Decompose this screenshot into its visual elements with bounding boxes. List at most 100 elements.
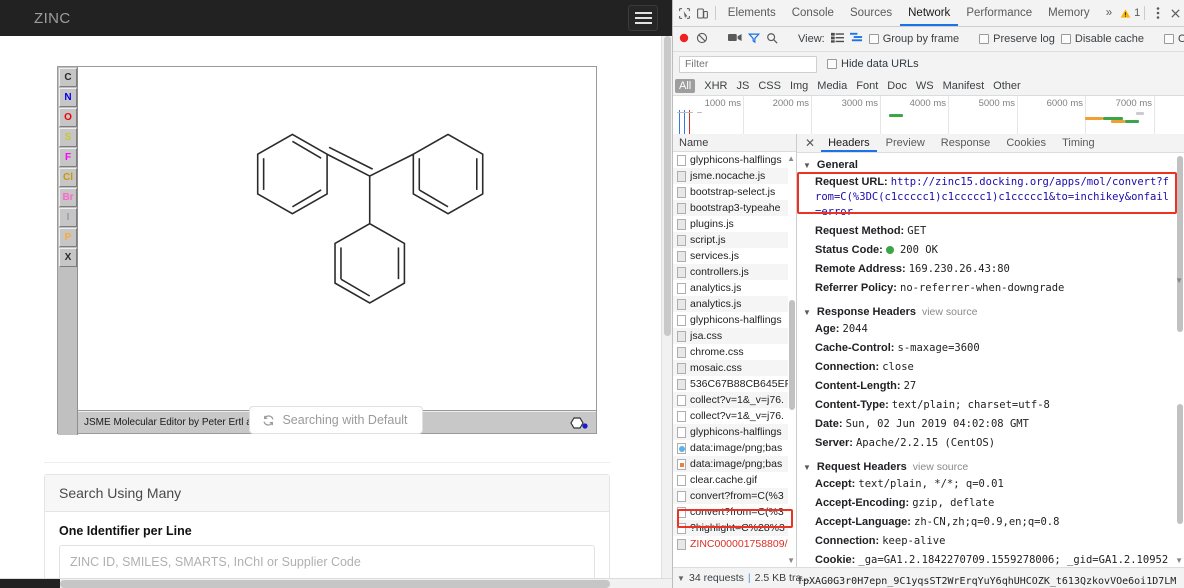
list-item[interactable]: analytics.js: [673, 296, 796, 312]
checkbox-box[interactable]: [868, 34, 879, 44]
detail-tab-cookies[interactable]: Cookies: [999, 134, 1053, 152]
preserve-log-checkbox[interactable]: Preserve log: [979, 33, 1055, 45]
list-item[interactable]: collect?v=1&_v=j76.: [673, 408, 796, 424]
page-vertical-scrollbar[interactable]: [661, 36, 672, 578]
list-item[interactable]: glyphicons-halflings: [673, 312, 796, 328]
request-list-column-header[interactable]: Name: [673, 134, 796, 152]
jsme-drawing-canvas[interactable]: [78, 67, 596, 411]
element-button-br[interactable]: Br: [59, 188, 77, 207]
list-item[interactable]: mosaic.css: [673, 360, 796, 376]
type-filter-font[interactable]: Font: [856, 80, 878, 92]
list-item[interactable]: convert?from=C(%3: [673, 488, 796, 504]
element-button-cl[interactable]: Cl: [59, 168, 77, 187]
detail-tab-headers[interactable]: Headers: [821, 134, 877, 152]
close-icon[interactable]: [1167, 2, 1184, 24]
chevron-double-right-icon[interactable]: »: [1098, 0, 1120, 26]
offline-checkbox[interactable]: Offline: [1163, 33, 1184, 45]
request-list-scrollbar[interactable]: ▲ ▼: [787, 152, 796, 567]
element-button-p[interactable]: P: [59, 228, 77, 247]
request-list-scroll-thumb[interactable]: [789, 300, 795, 410]
type-filter-all[interactable]: All: [675, 78, 696, 93]
record-icon[interactable]: [678, 32, 690, 47]
list-item[interactable]: controllers.js: [673, 264, 796, 280]
page-horizontal-scrollbar[interactable]: [0, 578, 672, 588]
tab-memory[interactable]: Memory: [1040, 0, 1098, 26]
list-item[interactable]: plugins.js: [673, 216, 796, 232]
element-button-c[interactable]: C: [59, 68, 77, 87]
device-toolbar-icon[interactable]: [694, 2, 712, 24]
response-headers-section-header[interactable]: ▼ Response Headers view source: [797, 304, 1184, 320]
list-item[interactable]: glyphicons-halflings: [673, 152, 796, 168]
scroll-down-arrow[interactable]: ▼: [1175, 556, 1183, 565]
list-item[interactable]: analytics.js: [673, 280, 796, 296]
filter-icon[interactable]: [747, 32, 761, 47]
tab-elements[interactable]: Elements: [720, 0, 784, 26]
status-collapse-arrow[interactable]: ▼: [673, 574, 689, 583]
list-item[interactable]: bootstrap-select.js: [673, 184, 796, 200]
list-item[interactable]: jsme.nocache.js: [673, 168, 796, 184]
list-item[interactable]: script.js: [673, 232, 796, 248]
list-item[interactable]: ?highlight=C%28%3: [673, 520, 796, 536]
disable-cache-checkbox[interactable]: Disable cache: [1060, 33, 1144, 45]
element-button-s[interactable]: S: [59, 128, 77, 147]
element-button-x[interactable]: X: [59, 248, 77, 267]
tab-console[interactable]: Console: [784, 0, 842, 26]
close-details-icon[interactable]: ✕: [801, 134, 819, 152]
checkbox-box[interactable]: [1060, 34, 1071, 44]
inspect-element-icon[interactable]: [676, 2, 694, 24]
group-by-frame-checkbox[interactable]: Group by frame: [868, 33, 959, 45]
view-source-link-response[interactable]: view source: [922, 306, 977, 318]
checkbox-box[interactable]: [827, 59, 837, 69]
type-filter-other[interactable]: Other: [993, 80, 1021, 92]
warning-badge[interactable]: 1: [1120, 7, 1140, 19]
list-item[interactable]: clear.cache.gif: [673, 472, 796, 488]
hamburger-icon[interactable]: [628, 5, 658, 31]
list-item[interactable]: data:image/png;bas: [673, 440, 796, 456]
list-item[interactable]: 536C67B88CB645EF: [673, 376, 796, 392]
request-list-scroll[interactable]: glyphicons-halflings jsme.nocache.js boo…: [673, 152, 796, 567]
search-icon[interactable]: [766, 32, 778, 47]
list-item[interactable]: collect?v=1&_v=j76.: [673, 392, 796, 408]
list-item[interactable]: jsa.css: [673, 328, 796, 344]
page-horizontal-scroll-thumb[interactable]: [60, 580, 610, 588]
detail-tab-preview[interactable]: Preview: [879, 134, 932, 152]
list-item[interactable]: chrome.css: [673, 344, 796, 360]
list-item[interactable]: data:image/png;bas: [673, 456, 796, 472]
searching-with-default-button[interactable]: Searching with Default: [249, 406, 423, 434]
list-item[interactable]: bootstrap3-typeahe: [673, 200, 796, 216]
type-filter-media[interactable]: Media: [817, 80, 847, 92]
details-scroll-thumb[interactable]: [1177, 156, 1183, 332]
type-filter-xhr[interactable]: XHR: [704, 80, 727, 92]
type-filter-js[interactable]: JS: [736, 80, 749, 92]
request-headers-section-header[interactable]: ▼ Request Headers view source: [797, 459, 1184, 475]
detail-tab-response[interactable]: Response: [934, 134, 998, 152]
element-button-n[interactable]: N: [59, 88, 77, 107]
filter-input[interactable]: [679, 55, 817, 73]
checkbox-box[interactable]: [979, 34, 990, 44]
element-button-f[interactable]: F: [59, 148, 77, 167]
request-details-scroll[interactable]: ▼ General Request URL: http://zinc15.doc…: [797, 153, 1184, 567]
hide-data-urls-checkbox[interactable]: Hide data URLs: [827, 58, 919, 70]
type-filter-css[interactable]: CSS: [758, 80, 781, 92]
tab-sources[interactable]: Sources: [842, 0, 900, 26]
scroll-up-arrow[interactable]: ▲: [787, 154, 795, 163]
type-filter-img[interactable]: Img: [790, 80, 808, 92]
details-scroll-thumb-2[interactable]: [1177, 404, 1183, 524]
detail-tab-timing[interactable]: Timing: [1055, 134, 1102, 152]
camera-icon[interactable]: [728, 32, 742, 46]
scroll-down-arrow[interactable]: ▼: [787, 556, 795, 565]
list-item-selected[interactable]: convert?from=C(%3: [673, 504, 796, 520]
waterfall-view-icon[interactable]: [849, 32, 863, 46]
page-vertical-scroll-thumb[interactable]: [664, 36, 671, 336]
type-filter-manifest[interactable]: Manifest: [943, 80, 985, 92]
general-section-header[interactable]: ▼ General: [797, 157, 1184, 173]
list-item[interactable]: services.js: [673, 248, 796, 264]
details-collapse-arrow[interactable]: ▼: [1175, 276, 1183, 285]
clear-icon[interactable]: [696, 32, 708, 47]
element-button-i[interactable]: I: [59, 208, 77, 227]
list-item[interactable]: ZINC000001758809/: [673, 536, 796, 552]
list-item[interactable]: glyphicons-halflings: [673, 424, 796, 440]
jsme-molecular-editor[interactable]: C N O S F Cl Br I P X JSME Molecular Edi…: [57, 66, 597, 435]
view-source-link-request[interactable]: view source: [913, 461, 968, 473]
kebab-menu-icon[interactable]: [1149, 2, 1167, 24]
